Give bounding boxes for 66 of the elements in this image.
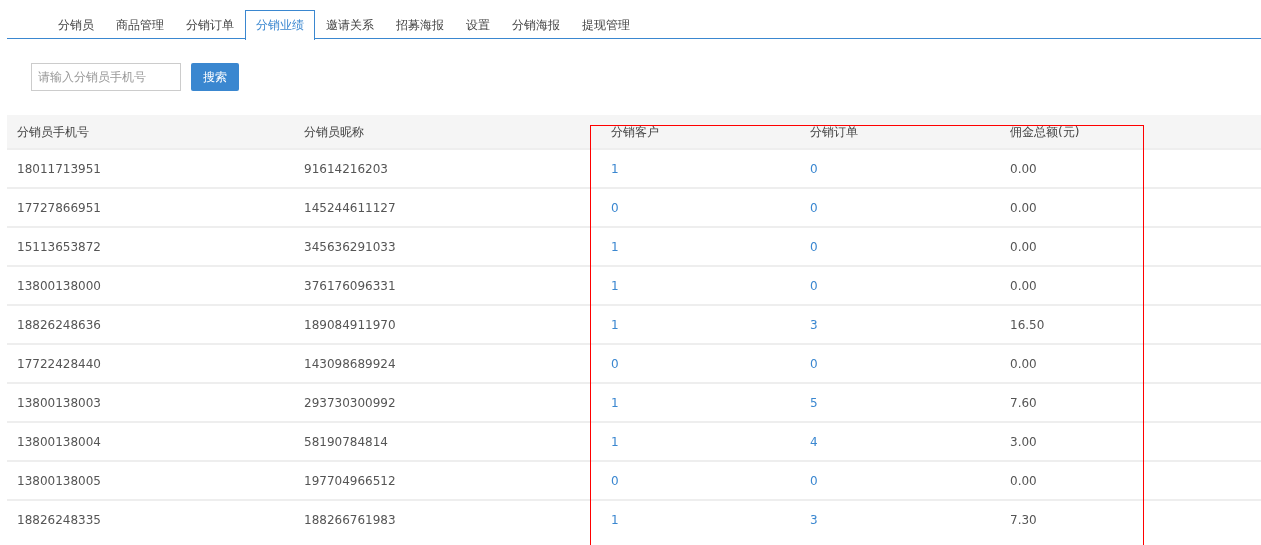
- count-link[interactable]: 4: [810, 434, 818, 449]
- table-cell: 18011713951: [17, 161, 101, 176]
- table-cell: 13800138005: [17, 473, 101, 488]
- count-link[interactable]: 0: [611, 473, 619, 488]
- count-link[interactable]: 0: [810, 200, 818, 215]
- count-link[interactable]: 1: [611, 317, 619, 332]
- count-link[interactable]: 0: [810, 356, 818, 371]
- table-cell: 16.50: [1010, 317, 1045, 332]
- table-cell: 91614216203: [304, 161, 388, 176]
- count-link[interactable]: 1: [611, 434, 619, 449]
- table-cell: 3.00: [1010, 434, 1037, 449]
- table-cell: 13800138000: [17, 278, 101, 293]
- table-cell: 58190784814: [304, 434, 388, 449]
- count-link[interactable]: 3: [810, 513, 818, 527]
- tab[interactable]: 邀请关系: [315, 10, 385, 39]
- tab[interactable]: 分销员: [47, 10, 105, 39]
- count-link[interactable]: 0: [810, 278, 818, 293]
- table-cell: 189084911970: [304, 317, 396, 332]
- table-cell: 143098689924: [304, 356, 396, 371]
- table-cell: 0.00: [1010, 161, 1037, 176]
- table-cell: 345636291033: [304, 239, 396, 254]
- table-cell: 18826248335: [17, 513, 101, 527]
- table-cell: 0.00: [1010, 200, 1037, 215]
- search-field[interactable]: 请输入分销员手机号: [31, 63, 181, 91]
- table-cell: 18826248636: [17, 317, 101, 332]
- table-cell: 0.00: [1010, 356, 1037, 371]
- table-cell: 188266761983: [304, 513, 396, 527]
- table-cell: 0.00: [1010, 473, 1037, 488]
- tab[interactable]: 招募海报: [385, 10, 455, 39]
- tab[interactable]: 分销海报: [501, 10, 571, 39]
- count-link[interactable]: 1: [611, 395, 619, 410]
- column-header: 分销客户: [611, 124, 659, 139]
- table-cell: 7.30: [1010, 513, 1037, 527]
- count-link[interactable]: 1: [611, 239, 619, 254]
- count-link[interactable]: 1: [611, 513, 619, 527]
- column-header: 分销订单: [810, 124, 858, 139]
- table-cell: 13800138004: [17, 434, 101, 449]
- column-header: 分销员手机号: [17, 124, 89, 139]
- search-button[interactable]: 搜索: [191, 63, 239, 91]
- tab[interactable]: 设置: [455, 10, 501, 39]
- table-cell: 13800138003: [17, 395, 101, 410]
- count-link[interactable]: 5: [810, 395, 818, 410]
- column-header: 分销员昵称: [304, 124, 364, 139]
- table-cell: 17727866951: [17, 200, 101, 215]
- column-header: 佣金总额(元): [1010, 124, 1080, 139]
- tab[interactable]: 提现管理: [571, 10, 641, 39]
- table-cell: 0.00: [1010, 239, 1037, 254]
- count-link[interactable]: 1: [611, 161, 619, 176]
- count-link[interactable]: 0: [611, 200, 619, 215]
- table-cell: 145244611127: [304, 200, 396, 215]
- table-cell: 7.60: [1010, 395, 1037, 410]
- count-link[interactable]: 1: [611, 278, 619, 293]
- tab[interactable]: 商品管理: [105, 10, 175, 39]
- count-link[interactable]: 0: [810, 473, 818, 488]
- table-cell: 376176096331: [304, 278, 396, 293]
- tab[interactable]: 分销业绩: [245, 10, 315, 40]
- table-cell: 197704966512: [304, 473, 396, 488]
- table-cell: 15113653872: [17, 239, 101, 254]
- tab[interactable]: 分销订单: [175, 10, 245, 39]
- count-link[interactable]: 0: [810, 161, 818, 176]
- table-cell: 0.00: [1010, 278, 1037, 293]
- count-link[interactable]: 0: [611, 356, 619, 371]
- table-cell: 17722428440: [17, 356, 101, 371]
- table-cell: 293730300992: [304, 395, 396, 410]
- count-link[interactable]: 3: [810, 317, 818, 332]
- count-link[interactable]: 0: [810, 239, 818, 254]
